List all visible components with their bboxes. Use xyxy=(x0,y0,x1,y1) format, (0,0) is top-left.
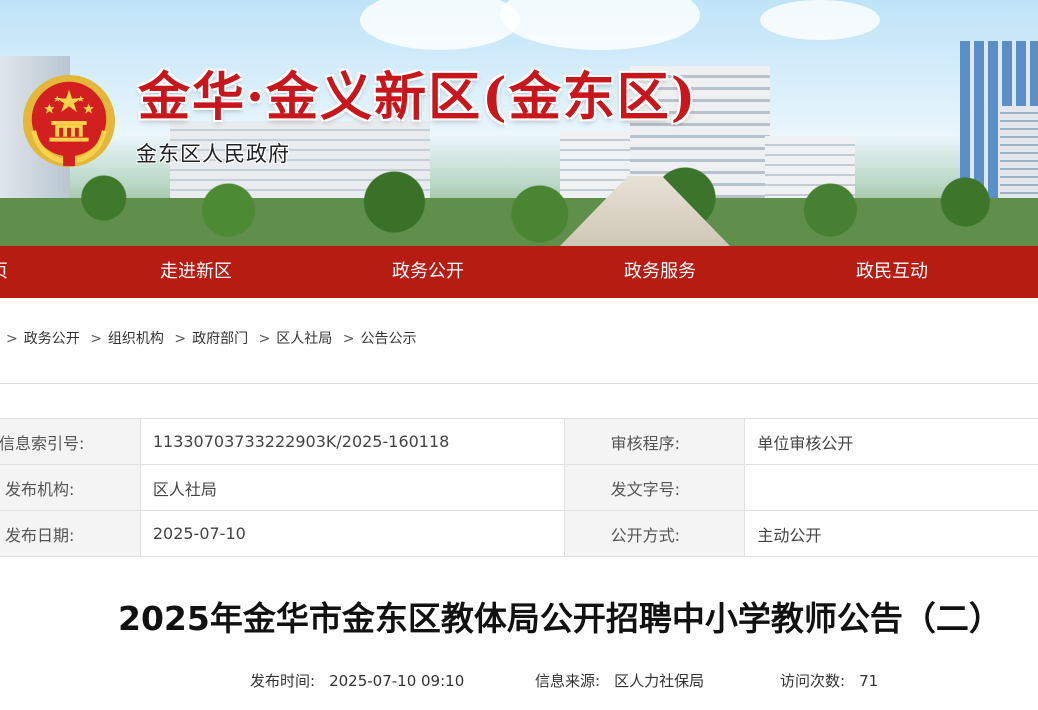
docno-value xyxy=(744,464,1038,511)
site-title: 金华·金义新区(金东区) xyxy=(138,67,698,128)
breadcrumb-departments[interactable]: 政府部门 xyxy=(192,331,248,347)
national-emblem-icon xyxy=(22,74,116,168)
review-label: 审核程序: xyxy=(563,418,746,465)
nav-item-gov-affairs[interactable]: 政务公开 xyxy=(362,246,494,298)
table-row: 发布日期: 2025-07-10 公开方式: 主动公开 xyxy=(0,510,1038,557)
publish-time: 发布时间: 2025-07-10 09:10 xyxy=(250,670,464,691)
source-label: 信息来源: xyxy=(535,672,601,690)
breadcrumb-announcements[interactable]: 公告公示 xyxy=(360,331,416,347)
publish-time-value: 2025-07-10 09:10 xyxy=(329,672,465,690)
table-row: 信息索引号: 11330703733222903K/2025-160118 审核… xyxy=(0,418,1038,465)
breadcrumb: > 政务公开 > 组织机构 > 政府部门 > 区人社局 > 公告公示 xyxy=(0,328,416,348)
main-nav: 页 走进新区 政务公开 政务服务 政民互动 xyxy=(0,246,1038,298)
breadcrumb-separator: > xyxy=(174,331,187,347)
article-title: 2025年金华市金东区教体局公开招聘中小学教师公告（二） xyxy=(118,599,1002,638)
review-value: 单位审核公开 xyxy=(744,418,1038,465)
trees xyxy=(0,166,1038,246)
breadcrumb-separator: > xyxy=(90,331,102,347)
breadcrumb-hr-bureau[interactable]: 区人社局 xyxy=(276,331,332,347)
header-banner: 金华·金义新区(金东区) 金东区人民政府 xyxy=(0,0,1038,246)
cloud xyxy=(760,0,880,40)
method-value: 主动公开 xyxy=(744,510,1038,557)
index-value: 11330703733222903K/2025-160118 xyxy=(139,418,565,465)
table-row: 发布机构: 区人社局 发文字号: xyxy=(0,464,1038,511)
source-value: 区人力社保局 xyxy=(614,672,705,690)
date-value: 2025-07-10 xyxy=(139,510,565,557)
method-label: 公开方式: xyxy=(563,510,746,557)
nav-item-gov-services[interactable]: 政务服务 xyxy=(594,246,726,298)
visits-value: 71 xyxy=(859,672,879,690)
publish-time-label: 发布时间: xyxy=(250,672,316,690)
breadcrumb-organization[interactable]: 组织机构 xyxy=(108,331,164,347)
document-info-table: 信息索引号: 11330703733222903K/2025-160118 审核… xyxy=(0,418,1038,557)
index-label: 信息索引号: xyxy=(0,418,141,465)
date-label: 发布日期: xyxy=(0,510,141,557)
breadcrumb-separator: > xyxy=(258,331,271,347)
breadcrumb-separator: > xyxy=(342,331,355,347)
docno-label: 发文字号: xyxy=(563,464,746,511)
cloud xyxy=(360,0,520,50)
visit-count: 访问次数: 71 xyxy=(780,670,878,691)
publisher-value: 区人社局 xyxy=(139,464,565,511)
publisher-label: 发布机构: xyxy=(0,464,141,511)
nav-item-home[interactable]: 页 xyxy=(0,246,10,298)
visits-label: 访问次数: xyxy=(780,672,846,690)
breadcrumb-gov-affairs[interactable]: 政务公开 xyxy=(24,331,80,347)
nav-item-interaction[interactable]: 政民互动 xyxy=(826,246,958,298)
cloud xyxy=(500,0,700,50)
site-subtitle: 金东区人民政府 xyxy=(136,142,290,166)
nav-item-about[interactable]: 走进新区 xyxy=(130,246,262,298)
info-source: 信息来源: 区人力社保局 xyxy=(535,670,704,691)
breadcrumb-separator: > xyxy=(6,331,18,347)
divider xyxy=(0,383,1038,384)
